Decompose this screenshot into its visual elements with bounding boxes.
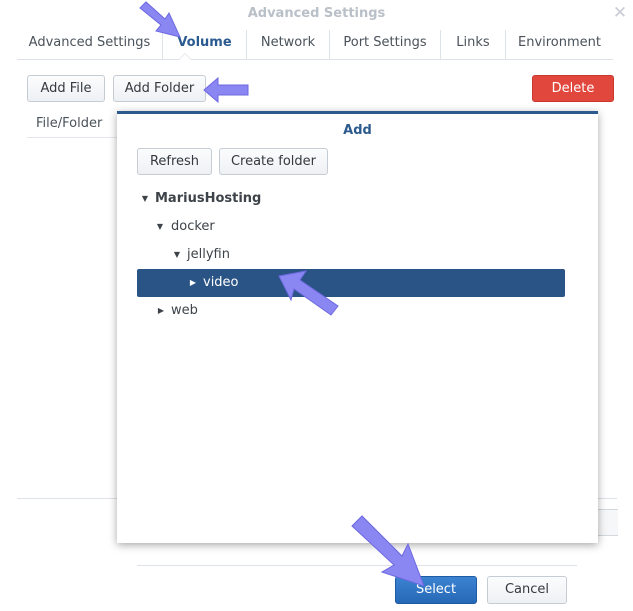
delete-button[interactable]: Delete	[532, 75, 614, 102]
tab-port-settings[interactable]: Port Settings	[329, 30, 440, 60]
expanded-arrow-icon[interactable]: ▼	[155, 213, 165, 241]
dialog-footer-divider	[137, 565, 577, 566]
tab-environment[interactable]: Environment	[505, 30, 613, 60]
add-file-button[interactable]: Add File	[27, 75, 105, 102]
tree-node-mariushosting[interactable]: ▼ MariusHosting	[137, 185, 565, 213]
window-title: Advanced Settings	[247, 6, 386, 21]
tab-network[interactable]: Network	[246, 30, 329, 60]
collapsed-arrow-icon[interactable]: ▶	[188, 269, 198, 297]
tab-volume[interactable]: Volume	[162, 30, 246, 60]
create-folder-button[interactable]: Create folder	[219, 148, 328, 175]
tab-links[interactable]: Links	[440, 30, 505, 60]
add-folder-button[interactable]: Add Folder	[113, 75, 206, 102]
add-dialog: Add Refresh Create folder ▼ MariusHostin…	[117, 111, 598, 543]
tree-node-jellyfin[interactable]: ▼ jellyfin	[137, 241, 565, 269]
tab-advanced-settings[interactable]: Advanced Settings	[17, 30, 162, 60]
expanded-arrow-icon[interactable]: ▼	[172, 241, 182, 269]
tree-node-web[interactable]: ▶ web	[137, 297, 565, 325]
tree-node-label: web	[171, 303, 198, 318]
tree-node-label: docker	[171, 219, 215, 234]
tree-node-label: jellyfin	[187, 247, 230, 262]
refresh-button[interactable]: Refresh	[137, 148, 212, 175]
dialog-title: Add	[343, 123, 372, 138]
column-header-label: File/Folder	[36, 116, 103, 131]
active-tab-indicator	[178, 53, 192, 60]
expanded-arrow-icon[interactable]: ▼	[140, 185, 150, 213]
select-button[interactable]: Select	[395, 576, 477, 604]
window-titlebar: Advanced Settings ✕	[0, 0, 633, 30]
tab-bar: Advanced Settings Volume Network Port Se…	[17, 30, 613, 60]
tree-node-label: video	[203, 275, 239, 290]
close-icon[interactable]: ✕	[611, 4, 629, 22]
tree-node-docker[interactable]: ▼ docker	[137, 213, 565, 241]
cancel-button[interactable]: Cancel	[487, 576, 567, 604]
collapsed-arrow-icon[interactable]: ▶	[156, 297, 166, 325]
tree-node-video[interactable]: ▶ video	[137, 269, 565, 297]
tree-node-label: MariusHosting	[155, 191, 262, 206]
pointer-arrow-icon	[203, 76, 249, 104]
